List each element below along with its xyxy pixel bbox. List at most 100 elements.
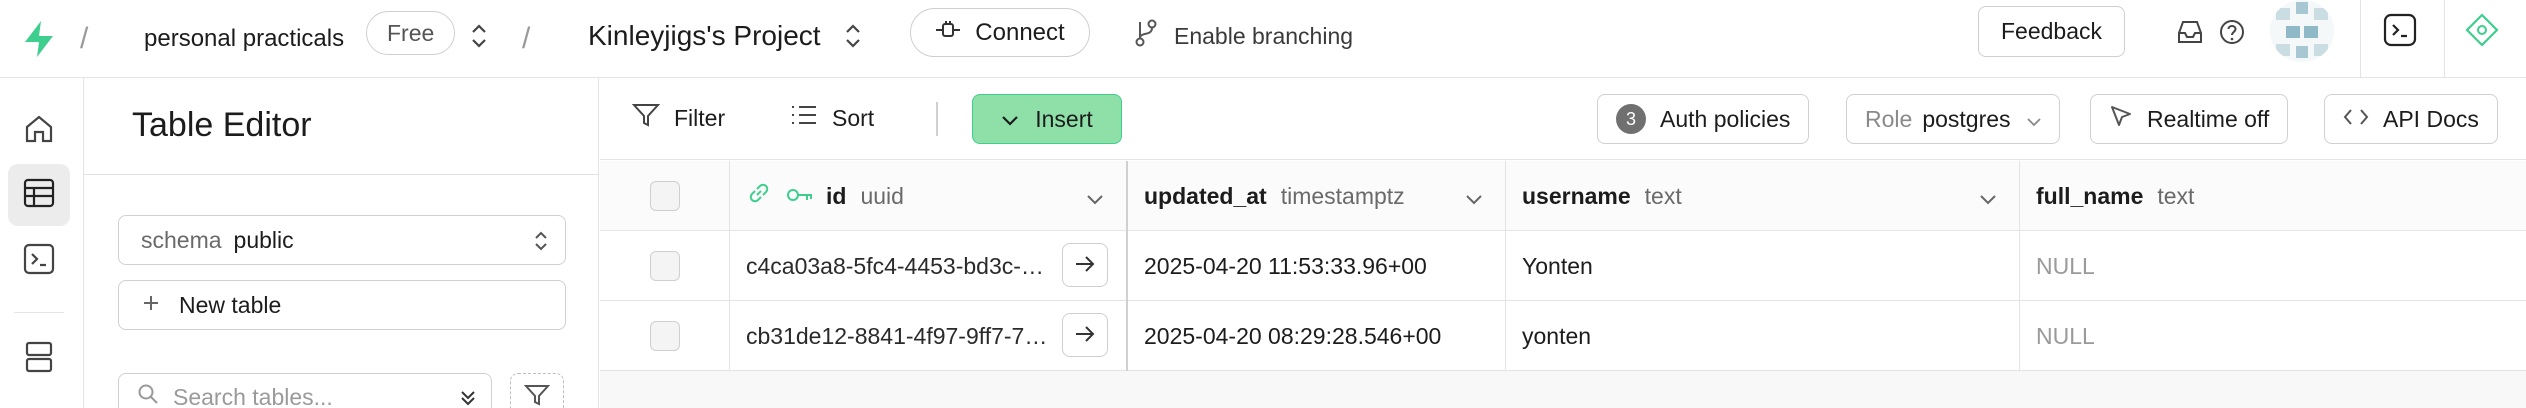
terminal-icon[interactable]: [2380, 10, 2420, 50]
supabase-logo-icon[interactable]: [22, 18, 62, 60]
cell-updated-at[interactable]: 2025-04-20 11:53:33.96+00: [1128, 231, 1506, 301]
org-name[interactable]: personal practicals: [144, 14, 344, 64]
chevrons-up-down-icon: [531, 228, 551, 260]
enable-branching-button[interactable]: Enable branching: [1134, 12, 1353, 60]
sort-label: Sort: [832, 104, 875, 131]
insert-button[interactable]: Insert: [972, 94, 1122, 144]
filter-tables-button[interactable]: [510, 373, 564, 408]
column-name: username: [1522, 182, 1631, 209]
chevron-down-icon: [1001, 106, 1019, 133]
cell-value: cb31de12-8841-4f97-9ff7-7daa505c9e41: [746, 322, 1054, 349]
rail-table-editor[interactable]: [8, 164, 70, 226]
feedback-button[interactable]: Feedback: [1978, 6, 2125, 57]
row-select-cell: [600, 231, 730, 301]
left-rail: [0, 78, 84, 408]
cell-value: c4ca03a8-5fc4-4453-bd3c-48773b0e1c2a: [746, 252, 1054, 279]
new-table-button[interactable]: New table: [118, 280, 566, 330]
table-editor-icon: [23, 178, 55, 213]
column-header-full-name[interactable]: full_name text: [2020, 161, 2526, 231]
sort-list-icon: [790, 104, 818, 132]
database-icon: [24, 340, 54, 379]
connect-button[interactable]: Connect: [910, 8, 1090, 57]
chevron-down-icon[interactable]: [1979, 185, 1997, 212]
rail-home[interactable]: [8, 100, 70, 162]
code-icon: [2343, 106, 2369, 133]
cell-id[interactable]: cb31de12-8841-4f97-9ff7-7daa505c9e41: [730, 301, 1128, 371]
schema-selector[interactable]: schema public: [118, 215, 566, 265]
git-branch-icon: [1134, 18, 1158, 54]
column-type: text: [2157, 182, 2195, 209]
home-icon: [23, 113, 55, 150]
breadcrumb-separator: /: [522, 22, 531, 55]
plug-icon: [935, 19, 961, 47]
cell-full-name[interactable]: NULL: [2020, 301, 2526, 371]
chevrons-down-icon[interactable]: [457, 386, 479, 408]
cell-username[interactable]: Yonten: [1506, 231, 2020, 301]
select-all-checkbox[interactable]: [649, 181, 680, 211]
column-name: id: [826, 182, 847, 209]
column-type: text: [1644, 182, 1682, 209]
expand-row-button[interactable]: [1062, 313, 1108, 357]
role-selector[interactable]: Role postgres: [1846, 94, 2060, 144]
arrow-right-icon: [1074, 252, 1096, 279]
cell-full-name[interactable]: NULL: [2020, 231, 2526, 301]
inbox-icon[interactable]: [2170, 12, 2210, 52]
breadcrumb-separator: /: [80, 22, 89, 55]
filter-icon: [631, 102, 661, 134]
column-name: full_name: [2036, 182, 2144, 209]
search-tables-input[interactable]: Search tables...: [118, 373, 492, 408]
auth-policies-button[interactable]: 3 Auth policies: [1597, 94, 1810, 144]
filter-button[interactable]: Filter: [631, 94, 726, 142]
schema-label: schema: [141, 226, 222, 253]
project-switcher-icon[interactable]: [842, 20, 864, 52]
top-bar: / personal practicals Free / Kinleyjigs'…: [0, 0, 2526, 78]
chevron-down-icon[interactable]: [1465, 185, 1483, 212]
column-type: timestamptz: [1280, 182, 1405, 209]
auth-policies-label: Auth policies: [1660, 105, 1791, 132]
api-docs-button[interactable]: API Docs: [2324, 94, 2498, 144]
cell-updated-at[interactable]: 2025-04-20 08:29:28.546+00: [1128, 301, 1506, 371]
new-table-label: New table: [179, 291, 282, 318]
rail-database[interactable]: [8, 328, 70, 390]
filter-label: Filter: [674, 104, 726, 131]
row-checkbox[interactable]: [649, 251, 680, 281]
assistant-icon[interactable]: [2462, 10, 2502, 50]
table-editor-sidebar: Table Editor schema public New table Sea…: [84, 78, 599, 408]
chevron-down-icon[interactable]: [1086, 185, 1104, 212]
cell-username[interactable]: yonten: [1506, 301, 2020, 371]
column-header-updated-at[interactable]: updated_at timestamptz: [1128, 161, 1506, 231]
realtime-label: Realtime off: [2147, 105, 2270, 132]
row-select-cell: [600, 301, 730, 371]
cell-id[interactable]: c4ca03a8-5fc4-4453-bd3c-48773b0e1c2a: [730, 231, 1128, 301]
auth-policies-count: 3: [1616, 104, 1646, 134]
select-all-cell: [600, 161, 730, 231]
project-name[interactable]: Kinleyjigs's Project: [588, 10, 821, 62]
api-docs-label: API Docs: [2383, 105, 2479, 132]
column-header-username[interactable]: username text: [1506, 161, 2020, 231]
grid-header-row: id uuid updated_at timestamptz username …: [600, 161, 2526, 231]
plan-badge: Free: [366, 11, 456, 55]
plus-icon: [141, 292, 161, 319]
search-icon: [137, 383, 159, 408]
column-type: uuid: [860, 182, 904, 209]
sort-button[interactable]: Sort: [790, 94, 874, 142]
help-icon[interactable]: [2212, 12, 2252, 52]
filter-icon: [523, 383, 551, 408]
user-avatar[interactable]: [2270, 0, 2334, 62]
sidebar-title: Table Editor: [132, 106, 312, 144]
column-header-id[interactable]: id uuid: [730, 161, 1128, 231]
table-row: c4ca03a8-5fc4-4453-bd3c-48773b0e1c2a 202…: [600, 231, 2526, 301]
connect-label: Connect: [975, 18, 1065, 46]
realtime-toggle-button[interactable]: Realtime off: [2090, 94, 2289, 144]
org-switcher-icon[interactable]: [468, 20, 490, 52]
foreign-key-link-icon: [746, 180, 772, 212]
role-label: Role: [1865, 105, 1913, 132]
table-row: cb31de12-8841-4f97-9ff7-7daa505c9e41 202…: [600, 301, 2526, 371]
expand-row-button[interactable]: [1062, 243, 1108, 287]
grid-toolbar: Filter Sort Insert 3 Auth policies Role …: [600, 78, 2526, 160]
sql-editor-icon: [23, 243, 55, 280]
rail-sql-editor[interactable]: [8, 230, 70, 292]
chevron-down-icon: [2026, 106, 2041, 133]
row-checkbox[interactable]: [649, 321, 680, 351]
cursor-pointer-icon: [2109, 104, 2133, 134]
